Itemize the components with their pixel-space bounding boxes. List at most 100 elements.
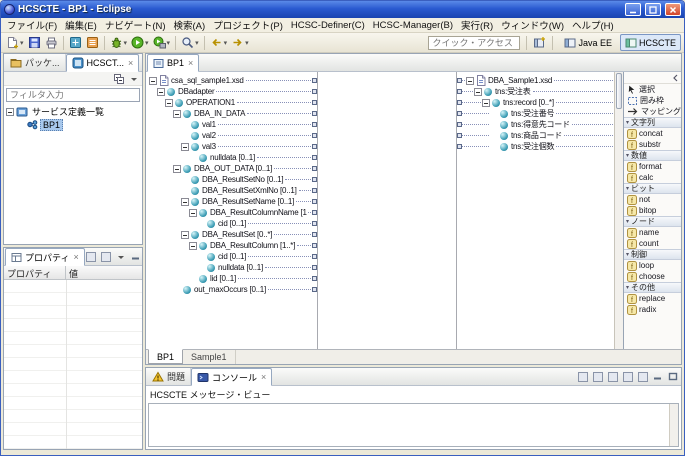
expand-toggle-icon[interactable] <box>189 242 197 250</box>
palette-group-0[interactable]: ▾文字列 <box>624 117 681 128</box>
dropdown-arrow-icon[interactable]: ▾ <box>124 39 128 47</box>
window-minimize-button[interactable] <box>625 3 641 16</box>
palette-group-3[interactable]: ▾ノード <box>624 216 681 227</box>
menu-item-2[interactable]: ナビゲート(N) <box>101 17 170 33</box>
menu-item-8[interactable]: ウィンドウ(W) <box>497 17 568 33</box>
console-tab-1[interactable]: コンソール× <box>191 368 272 386</box>
run-button[interactable]: ▾ <box>129 34 151 52</box>
console-output[interactable] <box>148 403 679 447</box>
explorer-tab-0[interactable]: パッケ... <box>5 54 66 71</box>
schema-node[interactable]: cid [0..1] <box>146 218 317 229</box>
schema-node[interactable]: val2 <box>146 130 317 141</box>
close-tab-icon[interactable]: × <box>128 58 133 68</box>
mapping-port[interactable] <box>312 265 317 270</box>
minimize-view-icon[interactable] <box>139 57 143 69</box>
schema-node[interactable]: DBA_ResultSetName [0..1] <box>146 196 317 207</box>
expand-toggle-icon[interactable] <box>157 88 165 96</box>
palette-item-calc[interactable]: fcalc <box>624 172 681 183</box>
maximize-view-icon[interactable] <box>666 371 679 383</box>
mapping-port[interactable] <box>312 287 317 292</box>
expand-toggle-icon[interactable] <box>189 209 197 217</box>
minimize-view-icon[interactable] <box>130 251 143 263</box>
menu-item-5[interactable]: HCSC-Definer(C) <box>287 19 369 32</box>
mapping-port[interactable] <box>312 144 317 149</box>
expand-toggle-icon[interactable] <box>165 99 173 107</box>
close-tab-icon[interactable]: × <box>73 252 78 262</box>
schema-node[interactable]: tns:商品コード <box>457 130 614 141</box>
mapping-port[interactable] <box>312 221 317 226</box>
mapping-port[interactable] <box>312 100 317 105</box>
tree-item-0[interactable]: サービス定義一覧 <box>4 105 142 118</box>
dropdown-arrow-icon[interactable]: ▾ <box>20 39 24 47</box>
scroll-lock-icon[interactable] <box>591 371 604 383</box>
dropdown-arrow-icon[interactable]: ▾ <box>245 39 249 47</box>
palette-group-5[interactable]: ▾その他 <box>624 282 681 293</box>
schema-node[interactable]: nulldata [0..1] <box>146 262 317 273</box>
expand-toggle-icon[interactable] <box>181 231 189 239</box>
palette-group-4[interactable]: ▾制御 <box>624 249 681 260</box>
palette-item-name[interactable]: fname <box>624 227 681 238</box>
menu-item-7[interactable]: 実行(R) <box>457 17 497 33</box>
palette-group-1[interactable]: ▾数値 <box>624 150 681 161</box>
palette-tool-0[interactable]: 選択 <box>624 84 681 95</box>
schema-node[interactable]: OPERATION1 <box>146 97 317 108</box>
expand-toggle-icon[interactable] <box>149 77 157 85</box>
palette-item-radix[interactable]: fradix <box>624 304 681 315</box>
column-header-property[interactable]: プロパティ <box>4 266 66 279</box>
palette-collapse-icon[interactable] <box>668 72 681 84</box>
minimize-view-icon[interactable] <box>651 371 664 383</box>
palette-item-substr[interactable]: fsubstr <box>624 139 681 150</box>
close-tab-icon[interactable]: × <box>261 372 266 382</box>
schema-node[interactable]: DBA_ResultSetXmlNo [0..1] <box>146 185 317 196</box>
mapping-port[interactable] <box>312 188 317 193</box>
scrollbar-thumb[interactable] <box>616 73 622 109</box>
schema-node[interactable]: cid [0..1] <box>146 251 317 262</box>
expand-toggle-icon[interactable] <box>173 165 181 173</box>
dropdown-arrow-icon[interactable]: ▾ <box>195 39 199 47</box>
schema-node[interactable]: DBA_ResultSet [0..*] <box>146 229 317 240</box>
mapping-port[interactable] <box>312 243 317 248</box>
mapping-port[interactable] <box>312 155 317 160</box>
palette-tool-2[interactable]: マッピング <box>624 106 681 117</box>
schema-node[interactable]: DBA_ResultColumnName [1..*] <box>146 207 317 218</box>
editor-page-tab-0[interactable]: BP1 <box>148 349 183 364</box>
hcsc-manager-button[interactable] <box>84 34 101 52</box>
schema-node[interactable]: DBA_ResultColumn [1..*] <box>146 240 317 251</box>
schema-node[interactable]: DBadapter <box>146 86 317 97</box>
expand-toggle-icon[interactable] <box>181 143 189 151</box>
view-menu-icon[interactable] <box>115 251 128 263</box>
show-advanced-properties-icon[interactable] <box>100 251 113 263</box>
back-button[interactable]: ▾ <box>208 34 230 52</box>
palette-item-format[interactable]: fformat <box>624 161 681 172</box>
schema-node[interactable]: DBA_ResultSetNo [0..1] <box>146 174 317 185</box>
open-perspective-button[interactable] <box>533 37 546 49</box>
schema-node[interactable]: tns:受注表 <box>457 86 614 97</box>
expand-toggle-icon[interactable] <box>173 110 181 118</box>
show-categories-icon[interactable] <box>85 251 98 263</box>
external-tools-button[interactable]: ▾ <box>151 34 173 52</box>
schema-node[interactable]: tns:得意先コード <box>457 119 614 130</box>
schema-node[interactable]: DBA_OUT_DATA [0..1] <box>146 163 317 174</box>
mapping-port[interactable] <box>312 111 317 116</box>
schema-node[interactable]: DBA_IN_DATA <box>146 108 317 119</box>
menu-item-9[interactable]: ヘルプ(H) <box>568 17 618 33</box>
mapping-port[interactable] <box>312 133 317 138</box>
schema-node[interactable]: csa_sql_sample1.xsd <box>146 75 317 86</box>
schema-node[interactable]: val1 <box>146 119 317 130</box>
dropdown-arrow-icon[interactable]: ▾ <box>145 39 149 47</box>
mapping-port[interactable] <box>312 122 317 127</box>
mapping-port[interactable] <box>312 276 317 281</box>
open-console-icon[interactable] <box>636 371 649 383</box>
editor-page-tab-1[interactable]: Sample1 <box>183 350 236 364</box>
dropdown-arrow-icon[interactable]: ▾ <box>224 39 228 47</box>
schema-node[interactable]: nulldata [0..1] <box>146 152 317 163</box>
new-wizard-button[interactable]: ▾ <box>4 34 26 52</box>
explorer-tab-1[interactable]: HCSCT...× <box>66 54 140 72</box>
mapping-port[interactable] <box>312 177 317 182</box>
window-maximize-button[interactable] <box>645 3 661 16</box>
schema-node[interactable]: tns:受注個数 <box>457 141 614 152</box>
schema-node[interactable]: lid [0..1] <box>146 273 317 284</box>
schema-node[interactable]: tns:record [0..*] <box>457 97 614 108</box>
palette-item-loop[interactable]: floop <box>624 260 681 271</box>
palette-group-2[interactable]: ▾ビット <box>624 183 681 194</box>
